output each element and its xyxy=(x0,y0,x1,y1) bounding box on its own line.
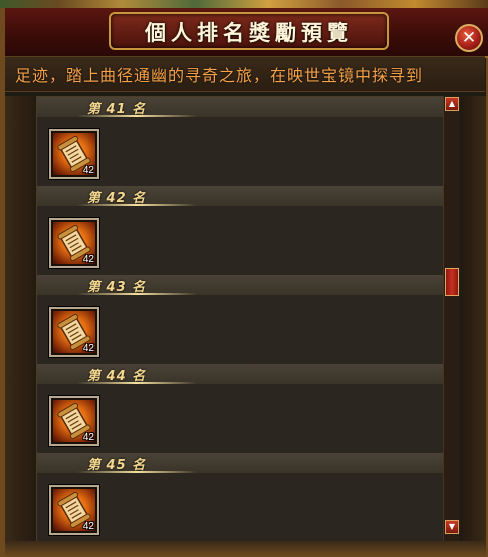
reward-items: 42 xyxy=(37,473,443,542)
window-title: 個人排名獎勵預覽 xyxy=(145,20,353,45)
reward-item-slot[interactable]: 42 xyxy=(49,307,99,357)
item-count: 42 xyxy=(82,521,94,532)
reward-list[interactable]: 第 41 名 42 第 42 名 42 第 43 名 42 第 44 名 42 … xyxy=(36,96,444,543)
reward-item-slot[interactable]: 42 xyxy=(49,396,99,446)
item-count: 42 xyxy=(82,343,94,354)
rank-header: 第 45 名 xyxy=(37,453,443,474)
reward-row: 第 44 名 42 xyxy=(37,364,443,454)
rank-header: 第 44 名 xyxy=(37,364,443,385)
title-plate: 個人排名獎勵預覽 xyxy=(109,12,389,50)
rank-header: 第 43 名 xyxy=(37,275,443,296)
frame-left-border xyxy=(5,96,36,551)
reward-items: 42 xyxy=(37,384,443,454)
arrow-up-icon: ▲ xyxy=(448,99,456,108)
reward-item-slot[interactable]: 42 xyxy=(49,218,99,268)
reward-items: 42 xyxy=(37,117,443,187)
reward-item-slot[interactable]: 42 xyxy=(49,129,99,179)
reward-row: 第 43 名 42 xyxy=(37,275,443,365)
reward-row: 第 42 名 42 xyxy=(37,186,443,276)
frame-right-border xyxy=(462,96,486,551)
reward-item-slot[interactable]: 42 xyxy=(49,485,99,535)
title-bar: 個人排名獎勵預覽 xyxy=(5,8,488,58)
reward-items: 42 xyxy=(37,295,443,365)
announcement-marquee: 足迹，踏上曲径通幽的寻奇之旅，在映世宝镜中探寻到 xyxy=(5,56,485,92)
reward-row: 第 41 名 42 xyxy=(37,97,443,187)
arrow-down-icon: ▼ xyxy=(448,522,456,531)
list-scrollbar[interactable]: ▲ ▼ xyxy=(443,96,460,541)
rank-header: 第 41 名 xyxy=(37,97,443,118)
item-count: 42 xyxy=(82,254,94,265)
marquee-text: 足迹，踏上曲径通幽的寻奇之旅，在映世宝镜中探寻到 xyxy=(15,66,424,85)
item-count: 42 xyxy=(82,432,94,443)
reward-row: 第 45 名 42 xyxy=(37,453,443,542)
reward-items: 42 xyxy=(37,206,443,276)
close-icon: ✕ xyxy=(461,27,477,48)
scroll-down-button[interactable]: ▼ xyxy=(445,520,459,534)
frame-bottom-border xyxy=(5,541,486,557)
scroll-up-button[interactable]: ▲ xyxy=(445,97,459,111)
scroll-thumb[interactable] xyxy=(445,268,459,296)
item-count: 42 xyxy=(82,165,94,176)
close-button[interactable]: ✕ xyxy=(455,24,483,52)
rank-header: 第 42 名 xyxy=(37,186,443,207)
